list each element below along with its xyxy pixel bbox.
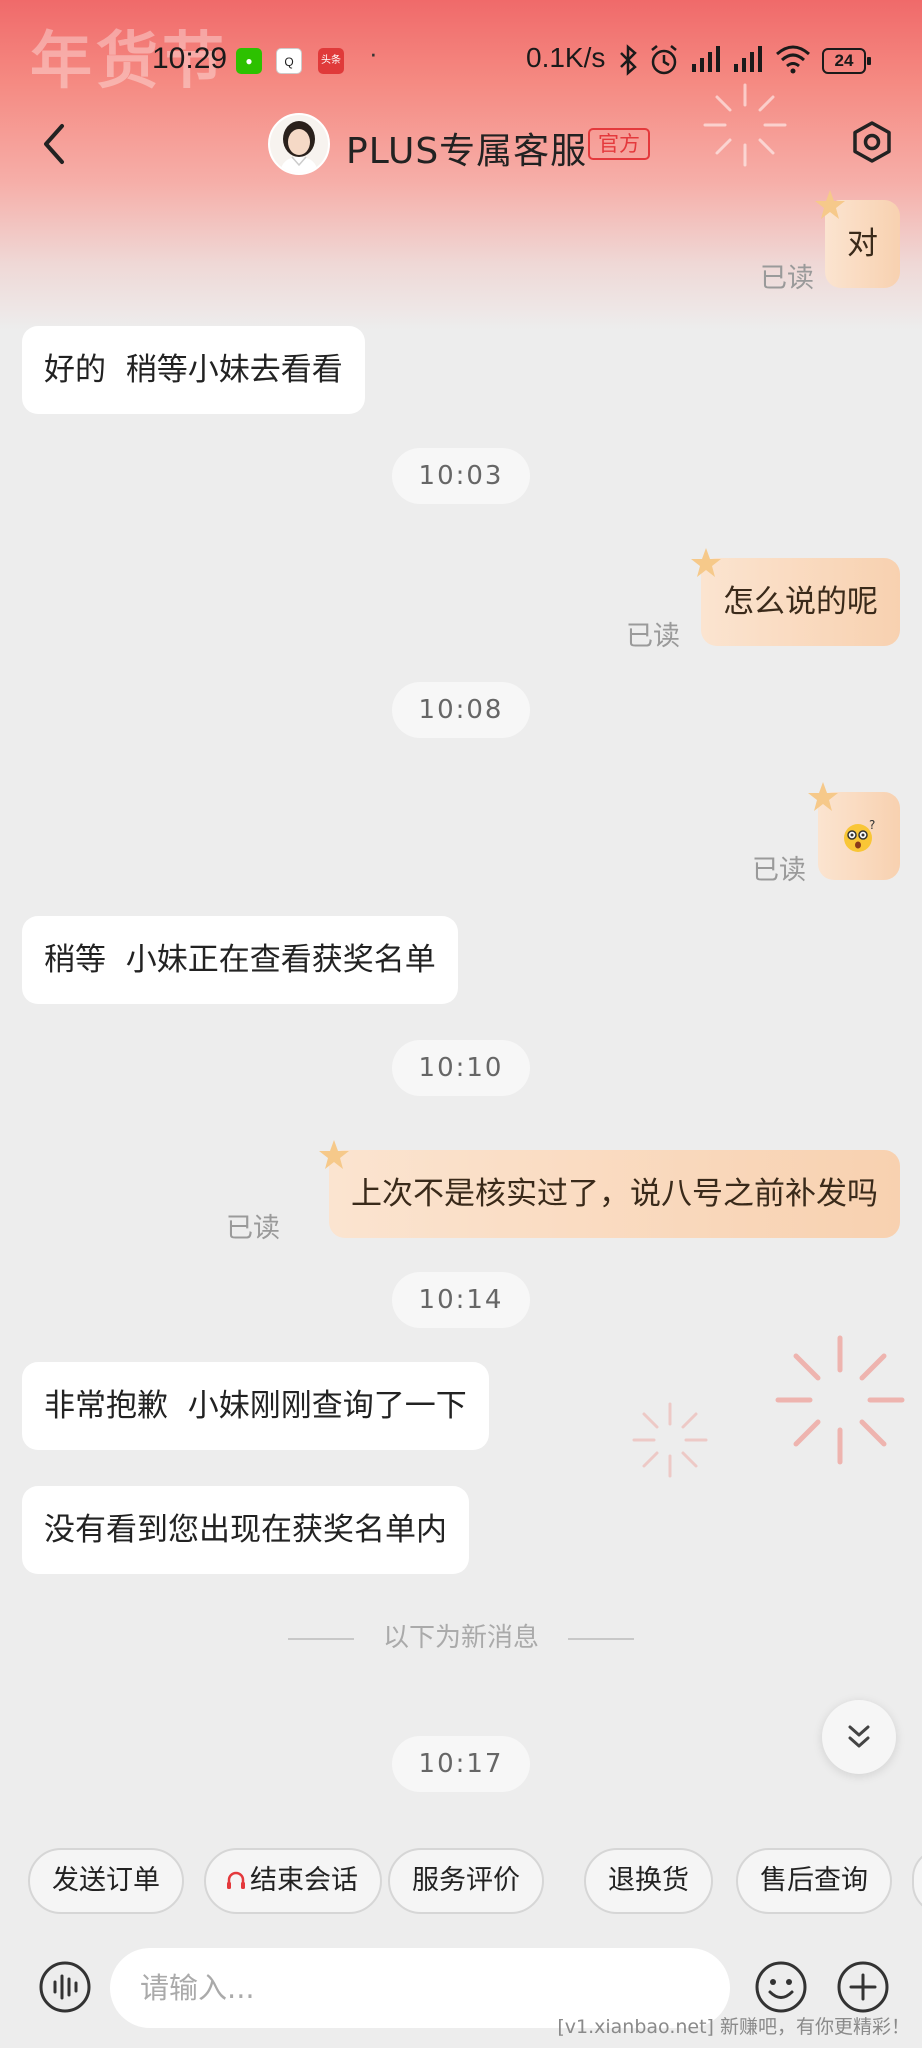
- star-decoration-icon: [808, 782, 838, 811]
- new-messages-divider: 以下为新消息: [288, 1620, 634, 1656]
- message-text: 好的 稍等小妹去看看: [44, 352, 343, 388]
- user-message-bubble[interactable]: 怎么说的呢: [691, 548, 900, 646]
- status-time: 10:29: [152, 42, 228, 75]
- agent-message-bubble[interactable]: 非常抱歉 小妹刚刚查询了一下: [22, 1362, 489, 1450]
- battery-indicator: 24: [822, 48, 871, 74]
- message-text: 没有看到您出现在获奖名单内: [44, 1512, 447, 1548]
- chat-title: PLUS专属客服: [346, 131, 588, 172]
- message-text: 怎么说的呢: [723, 584, 878, 620]
- wechat-icon: ●: [236, 48, 262, 74]
- signal-icon: [734, 46, 762, 72]
- timestamp-pill: 10:10: [392, 1040, 530, 1096]
- chip-label: 发送订单: [52, 1865, 160, 1896]
- headset-icon: [227, 1871, 245, 1889]
- double-chevron-down-icon: [848, 1725, 870, 1748]
- agent-message-bubble[interactable]: 没有看到您出现在获奖名单内: [22, 1486, 469, 1574]
- message-text: 上次不是核实过了，说八号之前补发吗: [351, 1176, 878, 1212]
- chip-label: 售后查询: [760, 1865, 868, 1896]
- quick-reply-send-order[interactable]: 发送订单: [28, 1848, 184, 1914]
- firework-decoration: [775, 1335, 905, 1465]
- timestamp-pill: 10:03: [392, 448, 530, 504]
- user-message-bubble[interactable]: 上次不是核实过了，说八号之前补发吗: [319, 1140, 900, 1238]
- message-text: 非常抱歉 小妹刚刚查询了一下: [44, 1388, 467, 1424]
- wifi-icon: [776, 45, 810, 74]
- voice-input-icon[interactable]: [38, 1960, 92, 2014]
- dizzy-face-emoji-icon: ?: [844, 819, 875, 852]
- plus-icon[interactable]: [836, 1960, 890, 2014]
- quick-reply-bar: 发送订单 结束会话 服务评价 退换货 售后查询: [0, 1848, 922, 1918]
- chip-label: 退换货: [608, 1865, 689, 1896]
- read-receipt: 已读: [226, 1213, 280, 1244]
- read-receipt: 已读: [752, 855, 806, 886]
- star-decoration-icon: [691, 548, 721, 577]
- back-arrow-icon[interactable]: [36, 120, 76, 168]
- user-message-bubble[interactable]: 对: [815, 190, 900, 288]
- qq-icon: Q: [276, 48, 302, 74]
- quick-reply-more[interactable]: [912, 1848, 922, 1914]
- chat-header: PLUS专属客服 官方: [0, 100, 922, 190]
- official-badge: 官方: [588, 128, 650, 160]
- svg-text:?: ?: [869, 819, 875, 832]
- signal-icon: [692, 46, 720, 72]
- network-speed: 0.1K/s: [526, 42, 606, 73]
- read-receipt: 已读: [626, 621, 680, 652]
- quick-reply-service-rating[interactable]: 服务评价: [388, 1848, 544, 1914]
- agent-message-bubble[interactable]: 稍等 小妹正在查看获奖名单: [22, 916, 458, 1004]
- agent-message-bubble[interactable]: 好的 稍等小妹去看看: [22, 326, 365, 414]
- timestamp-pill: 10:14: [392, 1272, 530, 1328]
- status-more-dot: ·: [369, 38, 378, 68]
- bluetooth-icon: [620, 44, 637, 76]
- firework-decoration: [632, 1402, 708, 1478]
- read-receipt: 已读: [760, 263, 814, 294]
- timestamp-pill: 10:08: [392, 682, 530, 738]
- toutiao-icon: 头条: [318, 48, 344, 74]
- agent-avatar[interactable]: [268, 113, 330, 175]
- emoji-icon[interactable]: [754, 1960, 808, 2014]
- timestamp-pill: 10:17: [392, 1736, 530, 1792]
- quick-reply-after-sales[interactable]: 售后查询: [736, 1848, 892, 1914]
- quick-reply-end-session[interactable]: 结束会话: [204, 1848, 382, 1914]
- alarm-icon: [651, 45, 677, 75]
- scroll-to-bottom-button[interactable]: [822, 1700, 896, 1774]
- settings-icon[interactable]: [850, 120, 894, 164]
- message-text: 对: [847, 226, 878, 262]
- user-message-bubble[interactable]: ?: [808, 782, 900, 880]
- chip-label: 服务评价: [412, 1865, 520, 1896]
- star-decoration-icon: [815, 190, 845, 219]
- quick-reply-return-exchange[interactable]: 退换货: [584, 1848, 713, 1914]
- star-decoration-icon: [319, 1140, 349, 1169]
- message-text: 稍等 小妹正在查看获奖名单: [44, 942, 436, 978]
- watermark: [v1.xianbao.net] 新赚吧，有你更精彩！: [557, 2016, 910, 2038]
- chip-label: 结束会话: [250, 1865, 358, 1896]
